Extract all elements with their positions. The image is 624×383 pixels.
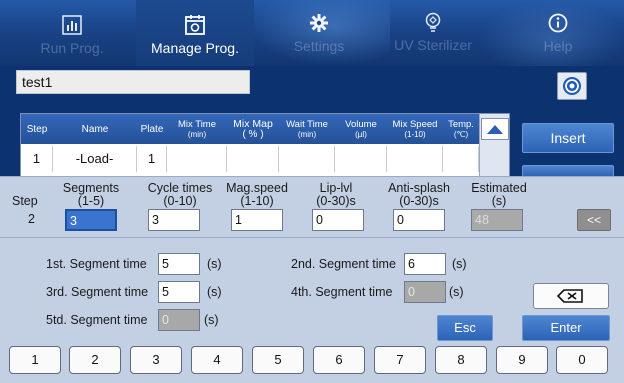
tab-run-prog-label: Run Prog.	[40, 40, 104, 56]
step-table: Step Name Plate Mix Time (min) Mix Map( %…	[20, 113, 510, 179]
col-name: Name	[81, 123, 109, 135]
key-0[interactable]: 0	[556, 346, 608, 374]
mag-speed-input[interactable]: 1	[231, 209, 283, 231]
segment-1-input[interactable]: 5	[158, 253, 200, 275]
lip-lvl-input[interactable]: 0	[312, 209, 364, 231]
tab-manage-prog-label: Manage Prog.	[151, 40, 239, 56]
col-mix-map: Mix Map( % )	[233, 118, 273, 140]
estimated-label: Estimated (s)	[471, 181, 527, 208]
backspace-button[interactable]	[533, 283, 609, 309]
calendar-icon	[185, 15, 205, 35]
esc-button[interactable]: Esc	[437, 315, 493, 341]
segment-3-label: 3rd. Segment time	[46, 285, 149, 299]
col-temp: Temp. (℃)	[448, 118, 474, 139]
key-5[interactable]: 5	[252, 346, 304, 374]
col-wait-time: Wait Time (min)	[286, 118, 328, 139]
segment-4-label: 4th. Segment time	[291, 285, 393, 299]
target-icon	[563, 77, 581, 95]
tab-settings-label: Settings	[293, 38, 345, 54]
triangle-up-icon	[487, 125, 503, 134]
estimated-output: 48	[471, 209, 523, 231]
anti-splash-input[interactable]: 0	[393, 209, 445, 231]
col-plate: Plate	[140, 123, 164, 135]
cell-mix-time	[167, 146, 227, 172]
chart-icon	[62, 15, 82, 35]
mag-speed-label: Mag.speed (1-10)	[226, 181, 288, 208]
segment-5-input: 0	[158, 309, 200, 331]
insert-button[interactable]: Insert	[522, 123, 614, 153]
uv-lamp-icon	[425, 12, 441, 32]
segment-1-label: 1st. Segment time	[46, 257, 147, 271]
segment-2-unit: (s)	[452, 257, 467, 271]
tab-manage-prog[interactable]: Manage Prog.	[136, 0, 254, 66]
anti-splash-label: Anti-splash (0-30)s	[388, 181, 450, 208]
key-7[interactable]: 7	[374, 346, 426, 374]
tab-uv-sterilizer[interactable]: UV Sterilizer	[378, 0, 488, 66]
cell-plate: 1	[137, 146, 167, 172]
key-3[interactable]: 3	[130, 346, 182, 374]
key-2[interactable]: 2	[69, 346, 121, 374]
step-label: Step	[12, 194, 38, 208]
collapse-button[interactable]: <<	[577, 209, 611, 231]
cell-mix-map	[227, 146, 279, 172]
scroll-up-button[interactable]	[481, 118, 509, 140]
key-4[interactable]: 4	[191, 346, 243, 374]
program-action-button[interactable]	[557, 72, 587, 100]
cycle-times-label: Cycle times (0-10)	[147, 181, 213, 208]
segment-3-unit: (s)	[207, 285, 222, 299]
segments-label: Segments (1-5)	[62, 181, 120, 208]
col-mix-speed: Mix Speed (1-10)	[392, 118, 438, 139]
key-8[interactable]: 8	[435, 346, 487, 374]
segment-1-unit: (s)	[207, 257, 222, 271]
key-1[interactable]: 1	[9, 346, 61, 374]
segment-3-input[interactable]: 5	[158, 281, 200, 303]
cycle-times-input[interactable]: 3	[148, 209, 200, 231]
key-6[interactable]: 6	[313, 346, 365, 374]
col-volume: Volume (µl)	[345, 118, 377, 139]
tab-help-label: Help	[543, 38, 573, 54]
gear-icon	[310, 14, 328, 32]
cell-mix-speed	[387, 146, 443, 172]
backspace-icon	[556, 289, 583, 303]
segment-4-unit: (s)	[449, 285, 464, 299]
segments-input[interactable]: 3	[65, 209, 117, 231]
segment-5-unit: (s)	[204, 313, 219, 327]
cell-volume	[335, 146, 387, 172]
enter-button[interactable]: Enter	[522, 315, 610, 341]
cell-wait-time	[279, 146, 335, 172]
tab-uv-sterilizer-label: UV Sterilizer	[394, 37, 472, 53]
program-name-field[interactable]: test1	[16, 70, 250, 94]
segment-5-label: 5td. Segment time	[46, 313, 148, 327]
key-9[interactable]: 9	[496, 346, 548, 374]
tab-help[interactable]: Help	[506, 0, 610, 66]
lip-lvl-label: Lip-lvl (0-30)s	[316, 181, 356, 208]
step-table-header: Step Name Plate Mix Time (min) Mix Map( %…	[21, 114, 509, 144]
cell-step: 1	[21, 146, 53, 172]
cell-name: -Load-	[53, 146, 137, 172]
segment-2-input[interactable]: 6	[404, 253, 446, 275]
info-icon	[548, 13, 568, 33]
col-step: Step	[26, 123, 48, 135]
segment-4-input: 0	[404, 281, 446, 303]
col-mix-time: Mix Time (min)	[178, 118, 216, 139]
step-value: 2	[28, 212, 35, 226]
top-navigation: Run Prog. Manage Prog. Settings UV Steri…	[0, 0, 624, 66]
segment-2-label: 2nd. Segment time	[291, 257, 396, 271]
tab-run-prog[interactable]: Run Prog.	[18, 0, 126, 66]
tab-settings[interactable]: Settings	[264, 0, 374, 66]
cell-temp	[443, 146, 479, 172]
